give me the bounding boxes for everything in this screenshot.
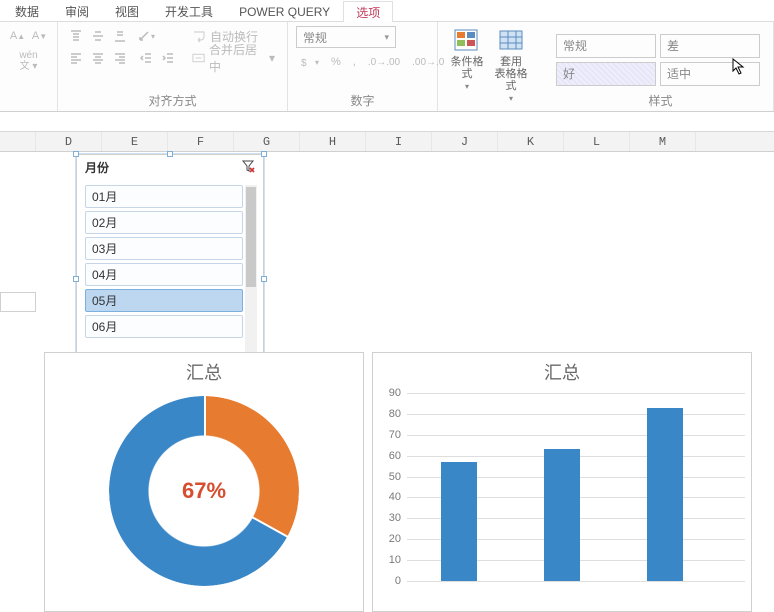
wrap-text-icon [192, 29, 206, 43]
bar-ytick: 30 [375, 512, 401, 524]
group-align-label: 对齐方式 [66, 93, 279, 109]
col-J[interactable]: J [432, 132, 498, 151]
slicer-item-06[interactable]: 06月 [85, 315, 243, 338]
table-format-icon [497, 28, 525, 54]
slicer-title: 月份 [85, 159, 109, 176]
tab-review[interactable]: 审阅 [52, 0, 102, 21]
orientation-button[interactable]: ▾ [136, 26, 156, 46]
col-D[interactable]: D [36, 132, 102, 151]
slicer-item-03[interactable]: 03月 [85, 237, 243, 260]
bar-series-item [441, 462, 477, 581]
col-F[interactable]: F [168, 132, 234, 151]
align-center-button[interactable] [88, 48, 108, 68]
slicer-item-05[interactable]: 05月 [85, 289, 243, 312]
number-format-value: 常规 [303, 29, 327, 46]
mouse-cursor-icon [732, 58, 746, 76]
formula-bar[interactable] [0, 112, 774, 132]
col-E[interactable]: E [102, 132, 168, 151]
cond-format-label: 条件格式 [448, 56, 486, 80]
number-format-combo[interactable]: 常规 ▾ [296, 26, 396, 48]
align-middle-button[interactable] [88, 26, 108, 46]
tab-powerquery[interactable]: POWER QUERY [226, 0, 343, 21]
slicer-item-01[interactable]: 01月 [85, 185, 243, 208]
increase-indent-button[interactable] [158, 48, 178, 68]
group-styles-label: 样式 [556, 93, 765, 109]
cond-format-icon [453, 28, 481, 54]
slicer-scroll-thumb[interactable] [246, 187, 256, 287]
cell-styles-gallery[interactable]: 常规 差 好 适中 [556, 34, 760, 86]
tab-developer[interactable]: 开发工具 [152, 0, 226, 21]
bar-series-item [647, 408, 683, 581]
bar-ytick: 50 [375, 471, 401, 483]
donut-title: 汇总 [45, 359, 363, 381]
merge-center-button[interactable]: 合并后居中 ▾ [188, 48, 279, 68]
style-good[interactable]: 好 [556, 62, 656, 86]
decrease-font-button[interactable]: A▼ [30, 26, 50, 46]
col-H[interactable]: H [300, 132, 366, 151]
comma-format-button[interactable]: , [348, 52, 361, 72]
tab-data[interactable]: 数据 [2, 0, 52, 21]
bar-chart[interactable]: 汇总 0 10 20 30 40 50 60 70 80 90 [372, 352, 752, 612]
bar-ytick: 60 [375, 450, 401, 462]
phonetic-guide-button[interactable]: wén文 ▾ [19, 50, 37, 72]
column-headers: D E F G H I J K L M [0, 132, 774, 152]
fmt-table-label1: 套用 [500, 56, 522, 68]
chevron-down-icon: ▾ [384, 32, 389, 43]
col-G[interactable]: G [234, 132, 300, 151]
slicer-item-04[interactable]: 04月 [85, 263, 243, 286]
col-M[interactable]: M [630, 132, 696, 151]
group-number-label: 数字 [296, 93, 429, 109]
tab-view[interactable]: 视图 [102, 0, 152, 21]
tab-options[interactable]: 选项 [343, 1, 393, 22]
col-K[interactable]: K [498, 132, 564, 151]
align-top-button[interactable] [66, 26, 86, 46]
col-I[interactable]: I [366, 132, 432, 151]
ribbon-tabs: 数据 审阅 视图 开发工具 POWER QUERY 选项 [0, 0, 774, 22]
worksheet: D E F G H I J K L M 月份 01月 02月 [0, 132, 774, 594]
align-left-button[interactable] [66, 48, 86, 68]
increase-decimal-button[interactable]: .0→.00 [363, 52, 405, 72]
bar-ytick: 90 [375, 387, 401, 399]
bar-series-item [544, 449, 580, 581]
slicer-item-02[interactable]: 02月 [85, 211, 243, 234]
row-header-cell[interactable] [0, 292, 36, 312]
conditional-formatting-button[interactable]: 条件格式 ▾ [446, 26, 488, 91]
bar-title: 汇总 [373, 359, 751, 381]
bar-ytick: 40 [375, 491, 401, 503]
increase-font-button[interactable]: A▲ [8, 26, 28, 46]
donut-percent-label: 67% [182, 478, 226, 504]
col-L[interactable]: L [564, 132, 630, 151]
fmt-table-label2: 表格格式 [495, 68, 528, 92]
ribbon: A▲ A▼ wén文 ▾ [0, 22, 774, 112]
phonetic-label: wén [19, 50, 37, 61]
donut-chart[interactable]: 汇总 67% [44, 352, 364, 612]
bar-ytick: 80 [375, 408, 401, 420]
bar-ytick: 0 [375, 575, 401, 587]
decrease-indent-button[interactable] [136, 48, 156, 68]
merge-center-label: 合并后居中 [209, 41, 265, 75]
bar-plot-area: 0 10 20 30 40 50 60 70 80 90 [373, 381, 751, 601]
style-normal[interactable]: 常规 [556, 34, 656, 58]
svg-text:$: $ [301, 58, 307, 68]
merge-icon [192, 51, 205, 65]
bar-ytick: 10 [375, 554, 401, 566]
bar-ytick: 20 [375, 533, 401, 545]
clear-filter-icon[interactable] [241, 159, 255, 176]
percent-format-button[interactable]: % [326, 52, 346, 72]
bar-ytick: 70 [375, 429, 401, 441]
format-as-table-button[interactable]: 套用表格格式 ▾ [490, 26, 532, 103]
align-bottom-button[interactable] [110, 26, 130, 46]
align-right-button[interactable] [110, 48, 130, 68]
style-bad[interactable]: 差 [660, 34, 760, 58]
accounting-format-button[interactable]: $▾ [296, 52, 324, 72]
